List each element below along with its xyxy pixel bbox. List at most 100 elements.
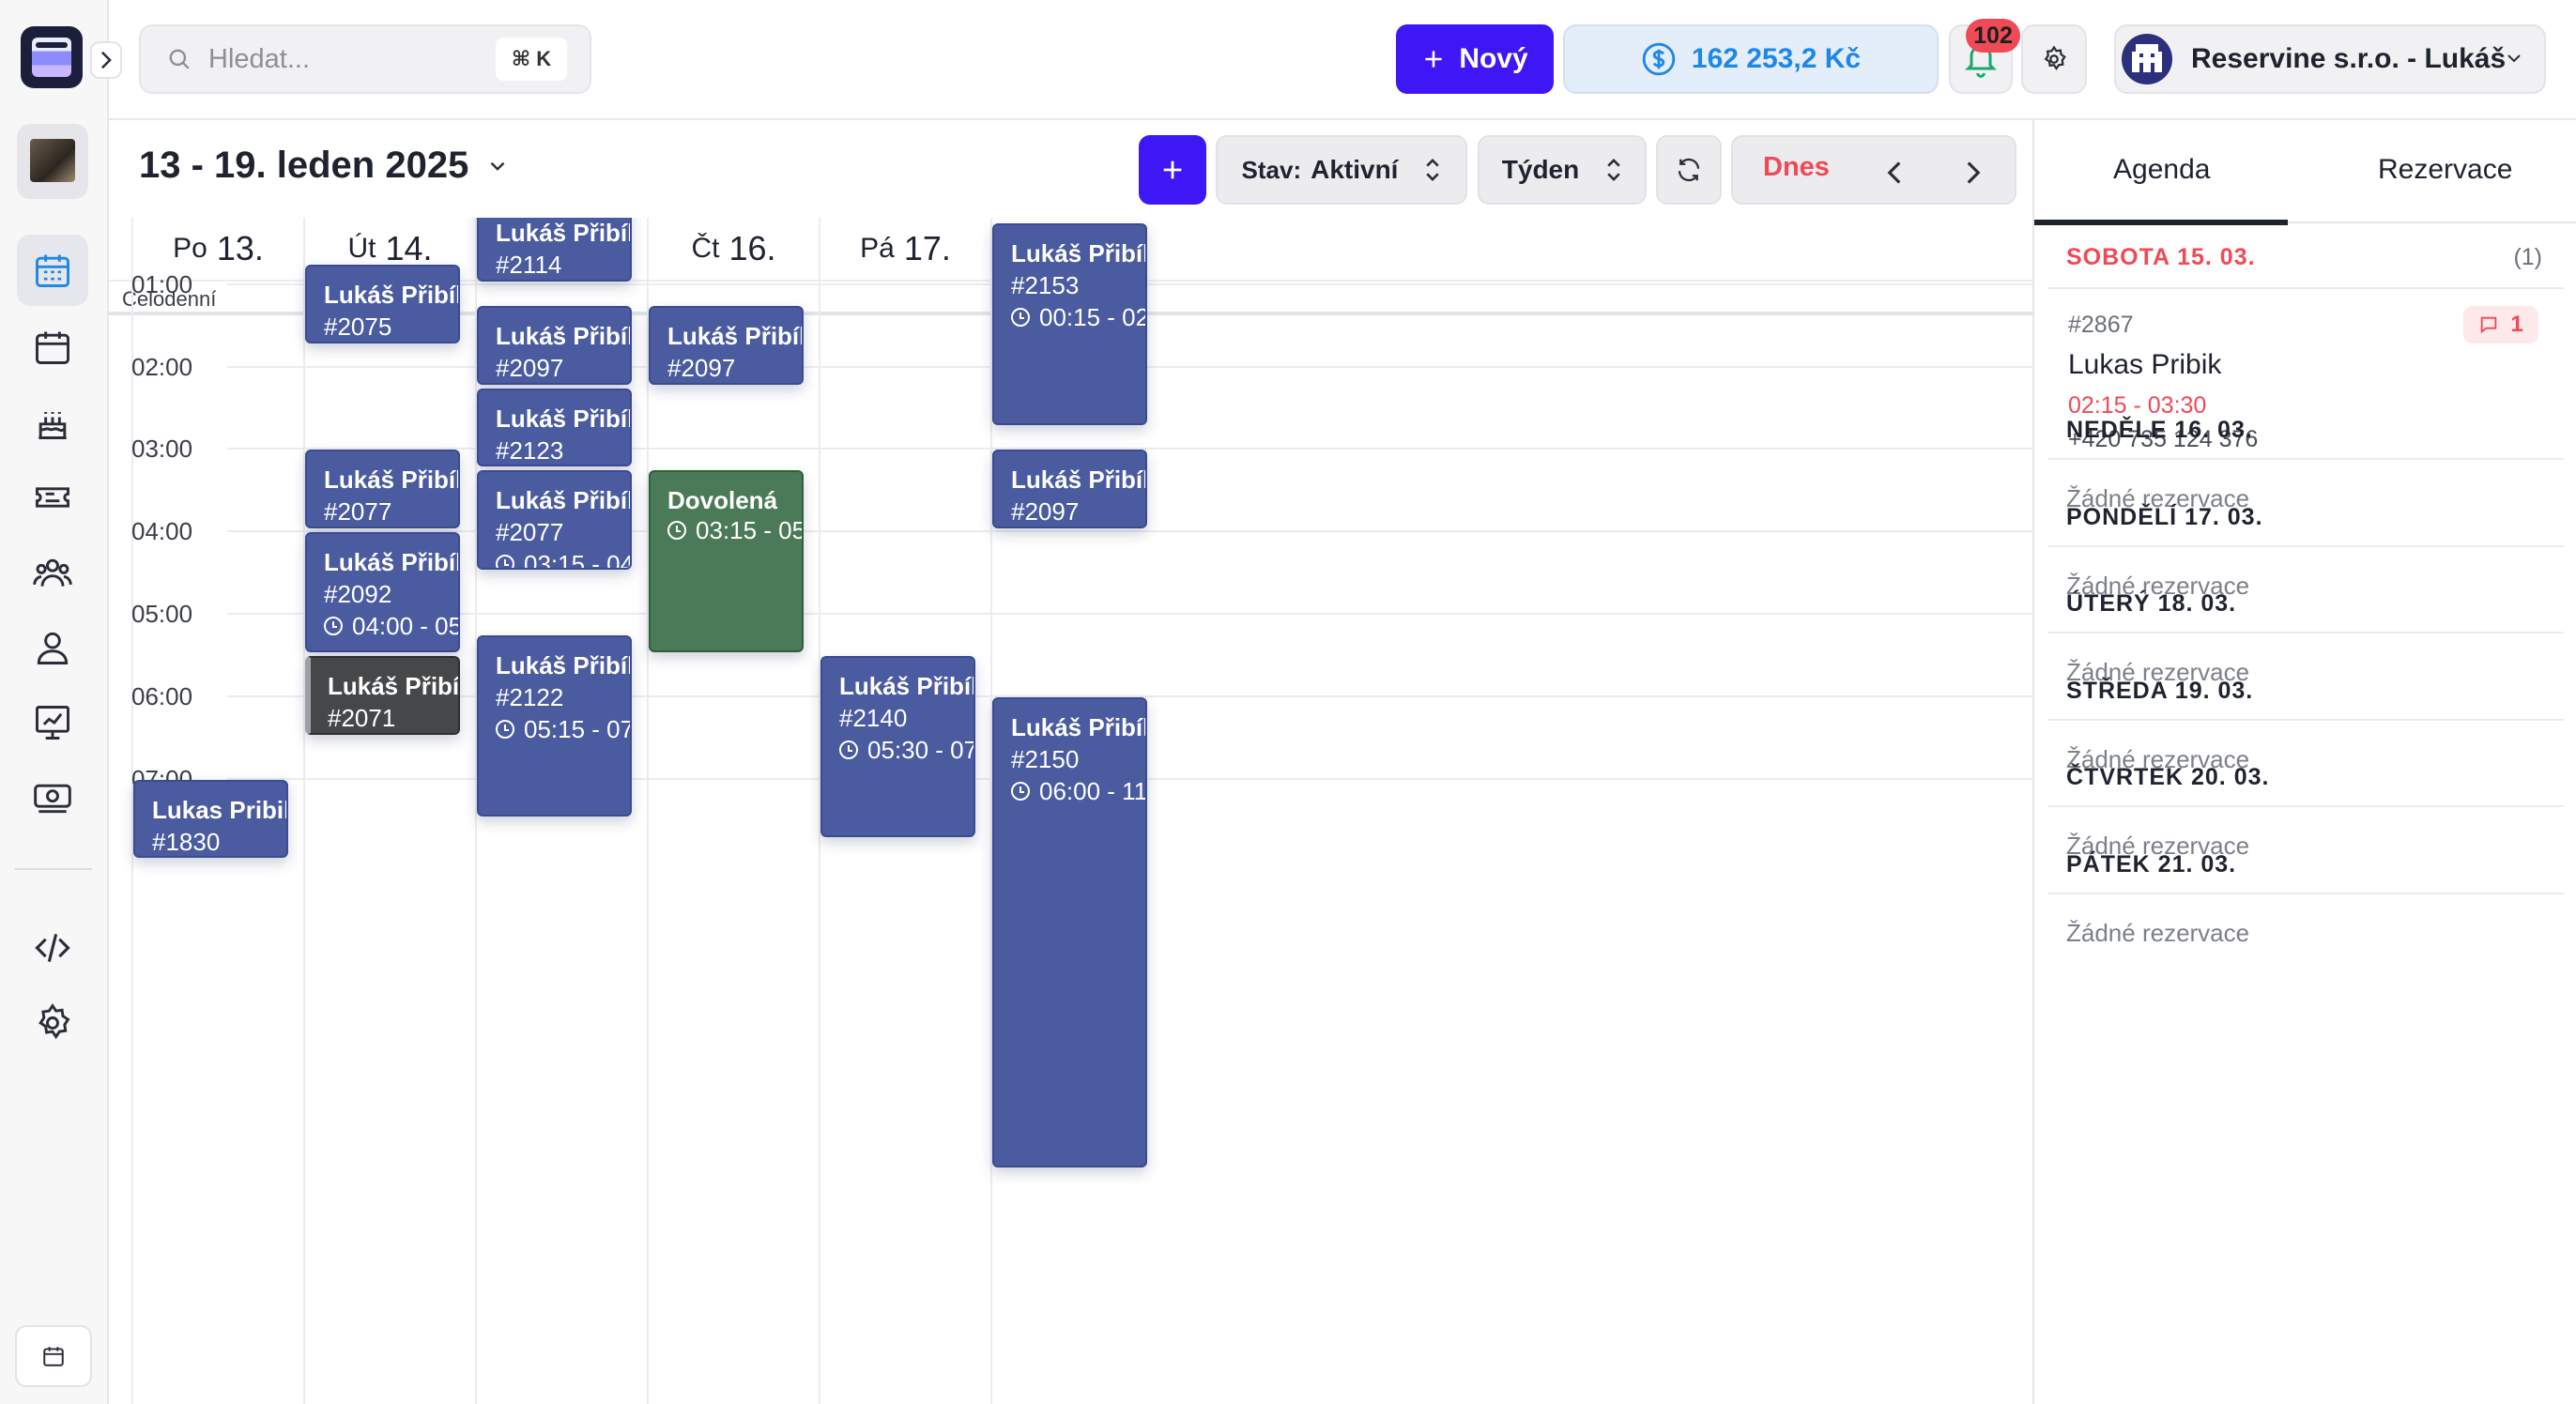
agenda-panel: Agenda Rezervace SOBOTA 15. 03. (1) #286… [2032, 120, 2576, 1404]
reservation-event[interactable]: Lukáš Přibík #2140 05:30 - 07:45 [820, 655, 975, 838]
nav-chart-icon[interactable] [17, 687, 88, 758]
sidebar-expand-chevron-icon[interactable] [90, 41, 122, 79]
event-time-text: 04:00 - 05:30 [352, 612, 460, 641]
status-label: Stav: [1241, 155, 1302, 184]
reservation-event[interactable]: Lukáš Přibík#211400:00 - 01:00 [477, 218, 632, 282]
agenda-divider [2047, 718, 2564, 721]
event-time-text: 05:15 - 07:30 [524, 714, 632, 743]
event-id: #2153 [1011, 270, 1080, 299]
day-name: Po [173, 233, 207, 264]
event-title: Lukáš Přibík [324, 548, 460, 577]
view-select[interactable]: Týden [1478, 135, 1647, 205]
nav-ticket-icon[interactable] [17, 462, 88, 533]
tab-agenda[interactable]: Agenda [2113, 154, 2210, 186]
event-id: #2150 [1011, 744, 1080, 773]
status-value: Aktivní [1311, 155, 1399, 184]
tab-active-indicator [2034, 220, 2288, 225]
nav-calendar-week-icon[interactable] [17, 235, 88, 306]
reservation-time: 02:15 - 03:30 [2068, 392, 2207, 419]
comment-badge[interactable]: 1 [2463, 306, 2538, 343]
chevron-updown-icon [1426, 159, 1440, 181]
reservation-event[interactable]: Lukáš Přibík#207703:00 - 04:00 [305, 450, 460, 529]
prev-week-chevron-left-icon[interactable] [1876, 154, 1913, 191]
reservation-event[interactable]: Lukáš Přibík #2077 03:15 - 04:30 [477, 470, 632, 571]
next-week-chevron-right-icon[interactable] [1955, 154, 1992, 191]
event-title: Lukáš Přibík [1011, 712, 1147, 741]
event-title: Lukáš Přibík [496, 219, 632, 247]
search-placeholder: Hledat... [208, 43, 310, 74]
event-title: Lukáš Přibík [496, 486, 632, 515]
agenda-divider [2047, 892, 2564, 894]
reservation-event[interactable]: Lukáš Přibík #2092 04:00 - 05:30 [305, 532, 460, 652]
event-time: 04:00 - 05:30 [324, 611, 458, 641]
reservation-event[interactable]: Lukáš Přibík #2153 00:15 - 02:45 [992, 222, 1147, 426]
dollar-icon [1642, 42, 1676, 76]
agenda-divider [2047, 458, 2564, 460]
event-id: #2071 [328, 703, 396, 732]
nav-cake-icon[interactable] [17, 387, 88, 458]
event-id: #2075 [324, 312, 392, 341]
event-id: #2140 [839, 703, 908, 732]
balance-button[interactable]: 162 253,2 Kč [1563, 24, 1939, 94]
day-header[interactable]: Pá 17. [819, 218, 990, 280]
nav-cash-icon[interactable] [17, 762, 88, 833]
day-header[interactable]: Čt 16. [647, 218, 819, 280]
time-label: 05:00 [131, 600, 193, 628]
nav-group-icon[interactable] [17, 537, 88, 608]
agenda-section-title: NEDĚLE 16. 03. [2066, 417, 2253, 443]
time-label: 01:00 [131, 269, 193, 298]
event-title: Lukáš Přibík [324, 465, 460, 495]
calendar-range-dropdown[interactable]: 13 - 19. leden 2025 [139, 145, 510, 187]
pixel-avatar-icon [2132, 44, 2162, 72]
reservation-event[interactable]: Lukas Pribik #1830 [133, 779, 288, 859]
reservation-event[interactable]: Lukáš Přibík #2122 05:15 - 07:30 [477, 634, 632, 817]
reservation-id: #2867 [2068, 312, 2134, 338]
reservation-event[interactable]: Lukáš Přibík#207500:45 - 01:45 [305, 264, 460, 343]
reservation-event[interactable]: Lukáš Přibík#207105:30 - 06:30 [305, 655, 460, 735]
tab-reservations[interactable]: Rezervace [2378, 154, 2512, 186]
nav-calendar-icon[interactable] [17, 312, 88, 383]
event-title: Dovolená [667, 486, 778, 515]
agenda-section-count: (1) [2513, 244, 2542, 270]
balance-value: 162 253,2 Kč [1691, 43, 1862, 74]
business-avatar[interactable] [17, 124, 88, 199]
event-id: #2097 [1011, 497, 1080, 526]
vacation-event[interactable]: Dovolená03:15 - 05:30 [649, 470, 804, 652]
week-grid[interactable]: Celodenní Po13.Út14.St15.Čt16.Pá17.So18.… [109, 218, 2032, 1404]
new-button[interactable]: Nový [1396, 24, 1554, 94]
agenda-divider [2047, 805, 2564, 807]
day-name: Čt [691, 233, 720, 264]
reservation-event[interactable]: Lukáš Přibík#212302:15 - 03:15 [477, 388, 632, 467]
account-menu[interactable]: Reservine s.r.o. - Lukáš [2114, 24, 2546, 94]
status-filter[interactable]: Stav: Aktivní [1216, 135, 1467, 205]
empty-reservations-text: Žádné rezervace [2066, 918, 2250, 947]
reservation-event[interactable]: Lukáš Přibík#209701:15 - 02:15 [477, 305, 632, 385]
search-input[interactable]: Hledat... ⌘ K [139, 24, 591, 94]
refresh-button[interactable] [1656, 135, 1722, 205]
reservation-event[interactable]: Lukáš Přibík #2150 06:00 - 11:45 [992, 696, 1147, 1167]
event-title: Lukáš Přibík [328, 671, 460, 700]
nav-settings-icon[interactable] [17, 987, 88, 1059]
event-id: #2077 [324, 497, 392, 526]
add-reservation-button[interactable] [1139, 135, 1206, 205]
mini-calendar-icon[interactable] [15, 1325, 92, 1387]
agenda-section-title: PONDĚLÍ 17. 03. [2066, 503, 2263, 530]
app-logo[interactable] [21, 26, 83, 88]
event-time: 05:30 - 07:45 [839, 735, 974, 765]
clock-icon [324, 617, 343, 636]
nav-code-icon[interactable] [17, 912, 88, 984]
plus-icon [1425, 51, 1442, 68]
event-id: #2122 [496, 682, 564, 711]
reservation-event[interactable]: Lukáš Přibík#209703:00 - 04:00 [992, 450, 1147, 529]
refresh-icon [1678, 158, 1700, 182]
clock-icon [1011, 781, 1030, 801]
settings-button[interactable] [2021, 24, 2087, 94]
event-time-text: 06:00 - 11:45 [1039, 776, 1147, 805]
event-title: Lukáš Přibík [1011, 238, 1147, 267]
event-title: Lukáš Přibík [496, 404, 632, 433]
today-button[interactable]: Dnes [1763, 152, 1830, 183]
reservation-event[interactable]: Lukáš Přibík#209701:15 - 02:15 [649, 305, 804, 385]
notifications-badge: 102 [1966, 19, 2020, 53]
nav-user-icon[interactable] [17, 612, 88, 683]
clock-icon [496, 555, 514, 569]
